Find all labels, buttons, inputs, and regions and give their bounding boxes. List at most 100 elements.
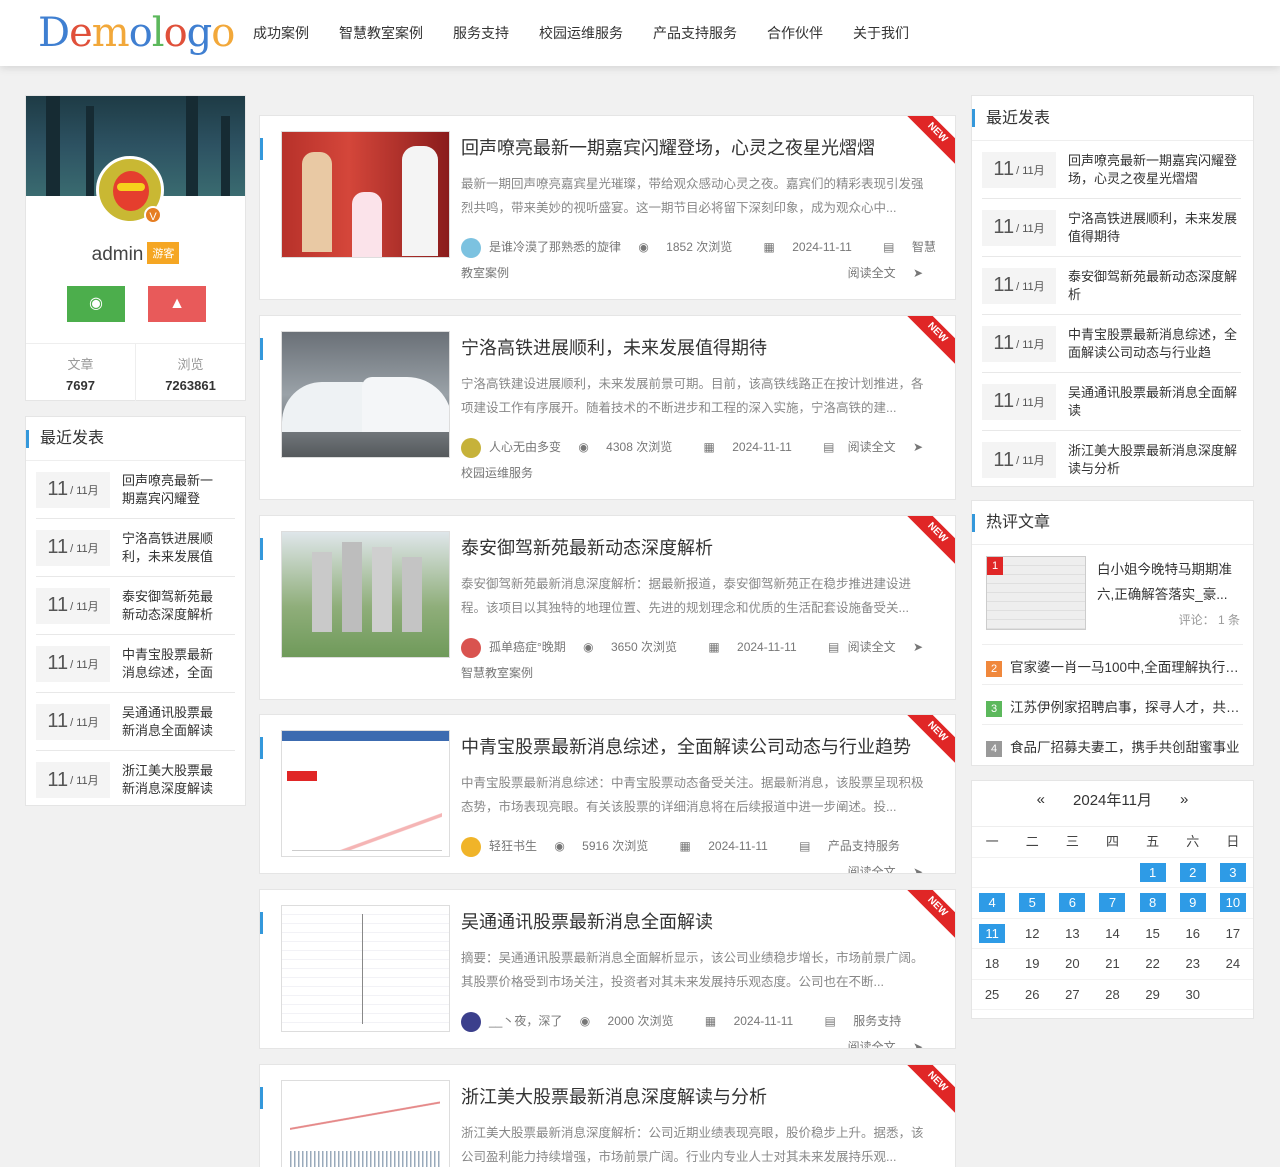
list-item[interactable]: 11/ 11月 浙江美大股票最新消息深度解读 bbox=[36, 751, 235, 809]
list-item-title[interactable]: 吴通通讯股票最新消息全面解读 bbox=[122, 704, 222, 740]
calendar-next-button[interactable]: » bbox=[1180, 791, 1188, 808]
nav-item-campus-ops[interactable]: 校园运维服务 bbox=[524, 0, 638, 66]
list-item[interactable]: 11/ 11月 回声嘹亮最新一期嘉宾闪耀登 bbox=[36, 461, 235, 519]
calendar-day-link[interactable]: 1 bbox=[1139, 862, 1166, 882]
post-views: ◉ 4308 次浏览 bbox=[578, 440, 673, 454]
nav-item-product-support[interactable]: 产品支持服务 bbox=[638, 0, 752, 66]
post-author[interactable]: __丶夜，深了 bbox=[489, 1014, 562, 1028]
calendar-day[interactable]: 4 bbox=[972, 888, 1012, 918]
calendar-day-link[interactable]: 8 bbox=[1139, 893, 1166, 912]
hot-item-title[interactable]: 白小姐今晚特马期期准六,正确解答落实_豪... bbox=[1097, 557, 1242, 607]
list-item[interactable]: 11/ 11月 泰安御驾新苑最新动态深度解析 bbox=[982, 257, 1241, 315]
post-title[interactable]: 中青宝股票最新消息综述，全面解读公司动态与行业趋势 bbox=[461, 733, 911, 759]
calendar-day-link[interactable]: 7 bbox=[1099, 893, 1126, 912]
calendar-day[interactable]: 5 bbox=[1012, 888, 1052, 918]
list-item-title[interactable]: 宁洛高铁进展顺利，未来发展值得期待 bbox=[1068, 210, 1238, 246]
post-title[interactable]: 吴通通讯股票最新消息全面解读 bbox=[461, 908, 713, 934]
qq-button[interactable]: ▲ bbox=[148, 286, 206, 322]
post-thumbnail[interactable] bbox=[281, 331, 450, 458]
list-item-title[interactable]: 浙江美大股票最新消息深度解读与分析 bbox=[1068, 442, 1238, 478]
calendar-day[interactable]: 7 bbox=[1092, 888, 1132, 918]
read-more-link[interactable]: 阅读全文 ➤ bbox=[848, 1034, 937, 1049]
post-date: ▦ 2024-11-11 bbox=[703, 440, 792, 454]
calendar-day-link[interactable]: 4 bbox=[979, 893, 1006, 912]
post-category[interactable]: ▤ 产品支持服务 bbox=[799, 839, 914, 853]
list-item[interactable]: 11/ 11月 宁洛高铁进展顺利，未来发展值得期待 bbox=[982, 199, 1241, 257]
nav-item-success-cases[interactable]: 成功案例 bbox=[238, 0, 324, 66]
author-avatar[interactable] bbox=[461, 1011, 481, 1032]
nav-item-partners[interactable]: 合作伙伴 bbox=[752, 0, 838, 66]
hot-item[interactable]: 2 官家婆一肖一马100中,全面理解执行计划... bbox=[986, 656, 1240, 677]
calendar-day-link[interactable]: 2 bbox=[1179, 862, 1206, 882]
nav-item-service-support[interactable]: 服务支持 bbox=[438, 0, 524, 66]
read-more-link[interactable]: 阅读全文 ➤ bbox=[848, 260, 937, 286]
arrow-right-icon: ➤ bbox=[912, 1040, 923, 1049]
post-author[interactable]: 人心无由多变 bbox=[489, 440, 561, 454]
post-thumbnail[interactable] bbox=[281, 905, 450, 1032]
list-item[interactable]: 11/ 11月 吴通通讯股票最新消息全面解读 bbox=[36, 693, 235, 751]
list-item[interactable]: 11/ 11月 浙江美大股票最新消息深度解读与分析 bbox=[982, 431, 1241, 489]
author-avatar[interactable] bbox=[461, 836, 481, 857]
post-author[interactable]: 轻狂书生 bbox=[489, 839, 537, 853]
list-item[interactable]: 11/ 11月 回声嘹亮最新一期嘉宾闪耀登场，心灵之夜星光熠熠 bbox=[982, 141, 1241, 199]
calendar-day[interactable]: 2 bbox=[1173, 858, 1213, 888]
hot-thumbnail[interactable]: 1 bbox=[986, 556, 1086, 630]
hot-item[interactable]: 4 食品厂招募夫妻工，携手共创甜蜜事业 bbox=[986, 736, 1240, 757]
post-thumbnail[interactable] bbox=[281, 1080, 450, 1167]
calendar-day-link[interactable]: 5 bbox=[1019, 893, 1046, 912]
list-item-title[interactable]: 吴通通讯股票最新消息全面解读 bbox=[1068, 384, 1238, 420]
author-avatar[interactable] bbox=[461, 437, 481, 458]
nav-item-smart-classroom[interactable]: 智慧教室案例 bbox=[324, 0, 438, 66]
calendar-day[interactable]: 6 bbox=[1052, 888, 1092, 918]
post-thumbnail[interactable] bbox=[281, 531, 450, 658]
calendar-day[interactable]: 10 bbox=[1213, 888, 1253, 918]
calendar-day-link[interactable]: 3 bbox=[1219, 862, 1246, 882]
weekday-label: 二 bbox=[1025, 834, 1039, 849]
new-badge: NEW bbox=[902, 116, 955, 168]
read-more-link[interactable]: 阅读全文 ➤ bbox=[848, 634, 937, 660]
post-author[interactable]: 孤单癌症°晚期 bbox=[489, 640, 566, 654]
site-logo[interactable]: Demologo bbox=[38, 10, 235, 56]
author-avatar[interactable] bbox=[461, 237, 481, 258]
post-thumbnail[interactable] bbox=[281, 730, 450, 857]
wechat-button[interactable]: ◉ bbox=[67, 286, 125, 322]
list-item-title[interactable]: 宁洛高铁进展顺利，未来发展值 bbox=[122, 530, 222, 566]
list-item-title[interactable]: 回声嘹亮最新一期嘉宾闪耀登场，心灵之夜星光熠熠 bbox=[1068, 152, 1238, 188]
list-item-title[interactable]: 中青宝股票最新消息综述，全面解读公司动态与行业趋 bbox=[1068, 326, 1238, 362]
post-author[interactable]: 是谁冷漠了那熟悉的旋律 bbox=[489, 240, 621, 254]
calendar-day[interactable]: 1 bbox=[1133, 858, 1173, 888]
calendar-day-link[interactable]: 10 bbox=[1219, 893, 1246, 912]
weekday-label: 六 bbox=[1186, 834, 1200, 849]
post-title[interactable]: 泰安御驾新苑最新动态深度解析 bbox=[461, 534, 713, 560]
list-item[interactable]: 11/ 11月 中青宝股票最新消息综述，全面 bbox=[36, 635, 235, 693]
calendar-day[interactable]: 8 bbox=[1133, 888, 1173, 918]
list-item[interactable]: 11/ 11月 宁洛高铁进展顺利，未来发展值 bbox=[36, 519, 235, 577]
calendar-day[interactable]: 3 bbox=[1213, 858, 1253, 888]
calendar-day[interactable]: 11 bbox=[972, 919, 1012, 949]
list-item[interactable]: 11/ 11月 吴通通讯股票最新消息全面解读 bbox=[982, 373, 1241, 431]
calendar-day[interactable]: 9 bbox=[1173, 888, 1213, 918]
nav-item-about[interactable]: 关于我们 bbox=[838, 0, 924, 66]
rank-badge: 3 bbox=[986, 701, 1002, 717]
list-item-title[interactable]: 中青宝股票最新消息综述，全面 bbox=[122, 646, 222, 682]
post-thumbnail[interactable] bbox=[281, 131, 450, 258]
post-category[interactable]: ▤ 服务支持 bbox=[825, 1014, 916, 1028]
calendar-day-link[interactable]: 9 bbox=[1179, 893, 1206, 912]
post-title[interactable]: 回声嘹亮最新一期嘉宾闪耀登场，心灵之夜星光熠熠 bbox=[461, 134, 875, 160]
calendar-prev-button[interactable]: « bbox=[1037, 791, 1045, 808]
list-item-title[interactable]: 泰安御驾新苑最新动态深度解析 bbox=[1068, 268, 1238, 304]
post-title[interactable]: 浙江美大股票最新消息深度解读与分析 bbox=[461, 1083, 767, 1109]
read-more-link[interactable]: 阅读全文 ➤ bbox=[848, 434, 937, 460]
list-item-title[interactable]: 泰安御驾新苑最新动态深度解析 bbox=[122, 588, 222, 624]
read-more-link[interactable]: 阅读全文 ➤ bbox=[848, 859, 937, 873]
calendar-day-link[interactable]: 6 bbox=[1059, 893, 1086, 912]
list-item[interactable]: 11/ 11月 泰安御驾新苑最新动态深度解析 bbox=[36, 577, 235, 635]
list-item[interactable]: 11/ 11月 中青宝股票最新消息综述，全面解读公司动态与行业趋 bbox=[982, 315, 1241, 373]
hot-item[interactable]: 3江苏伊例家招聘启事，探寻人才，共创辉煌 bbox=[986, 696, 1240, 717]
list-item-title[interactable]: 浙江美大股票最新消息深度解读 bbox=[122, 762, 222, 798]
list-item-title[interactable]: 回声嘹亮最新一期嘉宾闪耀登 bbox=[122, 472, 222, 508]
calendar-day-link[interactable]: 11 bbox=[979, 923, 1006, 943]
calendar-week: 11 12 13 14 15 16 17 bbox=[972, 919, 1253, 949]
post-title[interactable]: 宁洛高铁进展顺利，未来发展值得期待 bbox=[461, 334, 767, 360]
author-avatar[interactable] bbox=[461, 637, 481, 658]
